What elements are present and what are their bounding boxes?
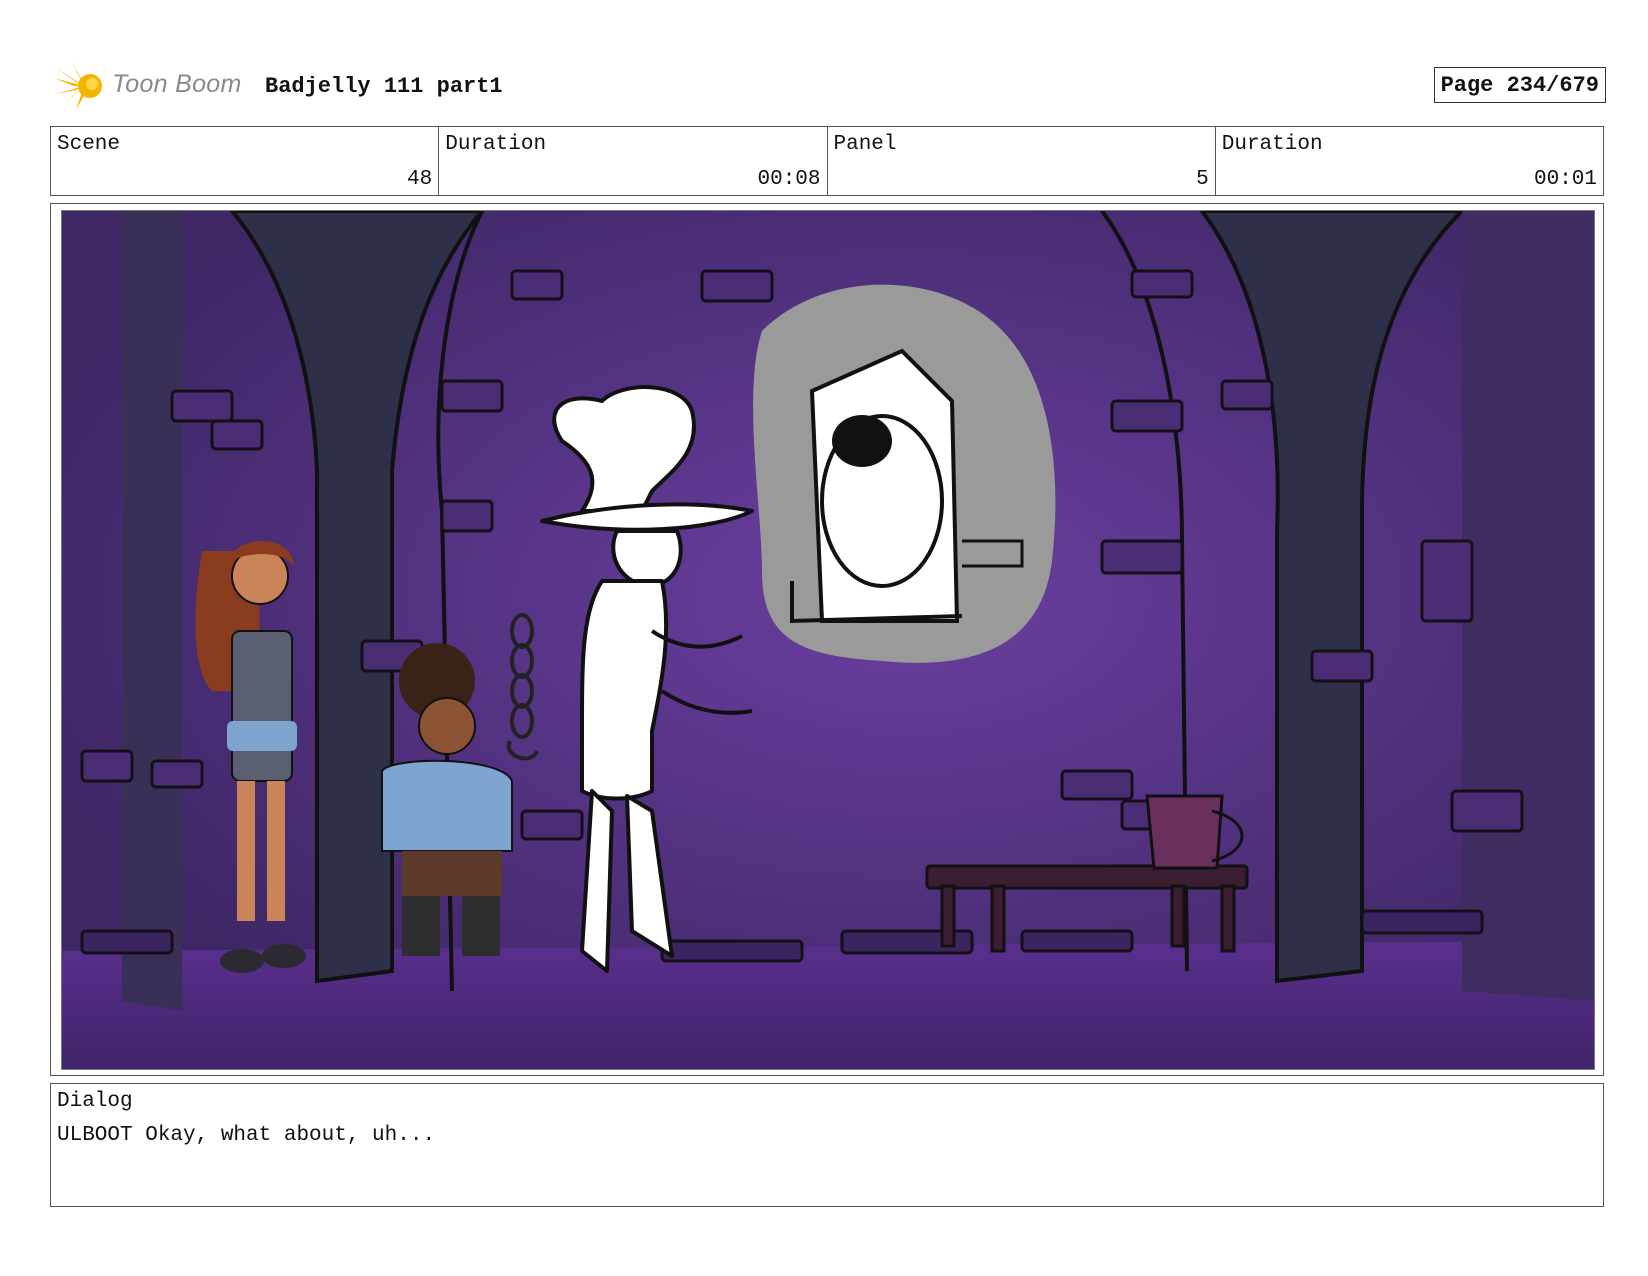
scene-cell: Scene 48 [51, 127, 440, 195]
thought-bubble [753, 284, 1056, 663]
toon-boom-star-icon [54, 62, 102, 110]
dialog-label: Dialog [57, 1090, 133, 1113]
storyboard-image [61, 210, 1595, 1070]
panel-cell: Panel 5 [828, 127, 1216, 195]
page-indicator: Page 234/679 [1433, 67, 1606, 103]
dialog-text: ULBOOT Okay, what about, uh... [57, 1124, 436, 1147]
panel-value: 5 [1196, 168, 1209, 191]
project-title: Badjelly 111 part1 [265, 74, 503, 99]
panel-duration-cell: Duration 00:01 [1216, 127, 1603, 195]
panel-duration-value: 00:01 [1533, 168, 1597, 191]
page-header: Toon Boom Badjelly 111 part1 Page 234/67… [50, 56, 1606, 116]
scene-duration-label: Duration [445, 133, 547, 156]
panel-duration-label: Duration [1221, 133, 1323, 156]
scene-value: 48 [407, 168, 433, 191]
storyboard-frame [50, 203, 1604, 1076]
scene-info-row: Scene 48 Duration 00:08 Panel 5 Duration… [50, 126, 1604, 196]
scene-duration-value: 00:08 [757, 168, 821, 191]
scene-duration-cell: Duration 00:08 [439, 127, 828, 195]
toon-boom-logo: Toon Boom [54, 60, 250, 112]
scene-label: Scene [57, 133, 121, 156]
panel-label: Panel [833, 133, 897, 156]
logo-text: Toon Boom [112, 70, 242, 98]
dialog-box: Dialog ULBOOT Okay, what about, uh... [50, 1083, 1604, 1207]
